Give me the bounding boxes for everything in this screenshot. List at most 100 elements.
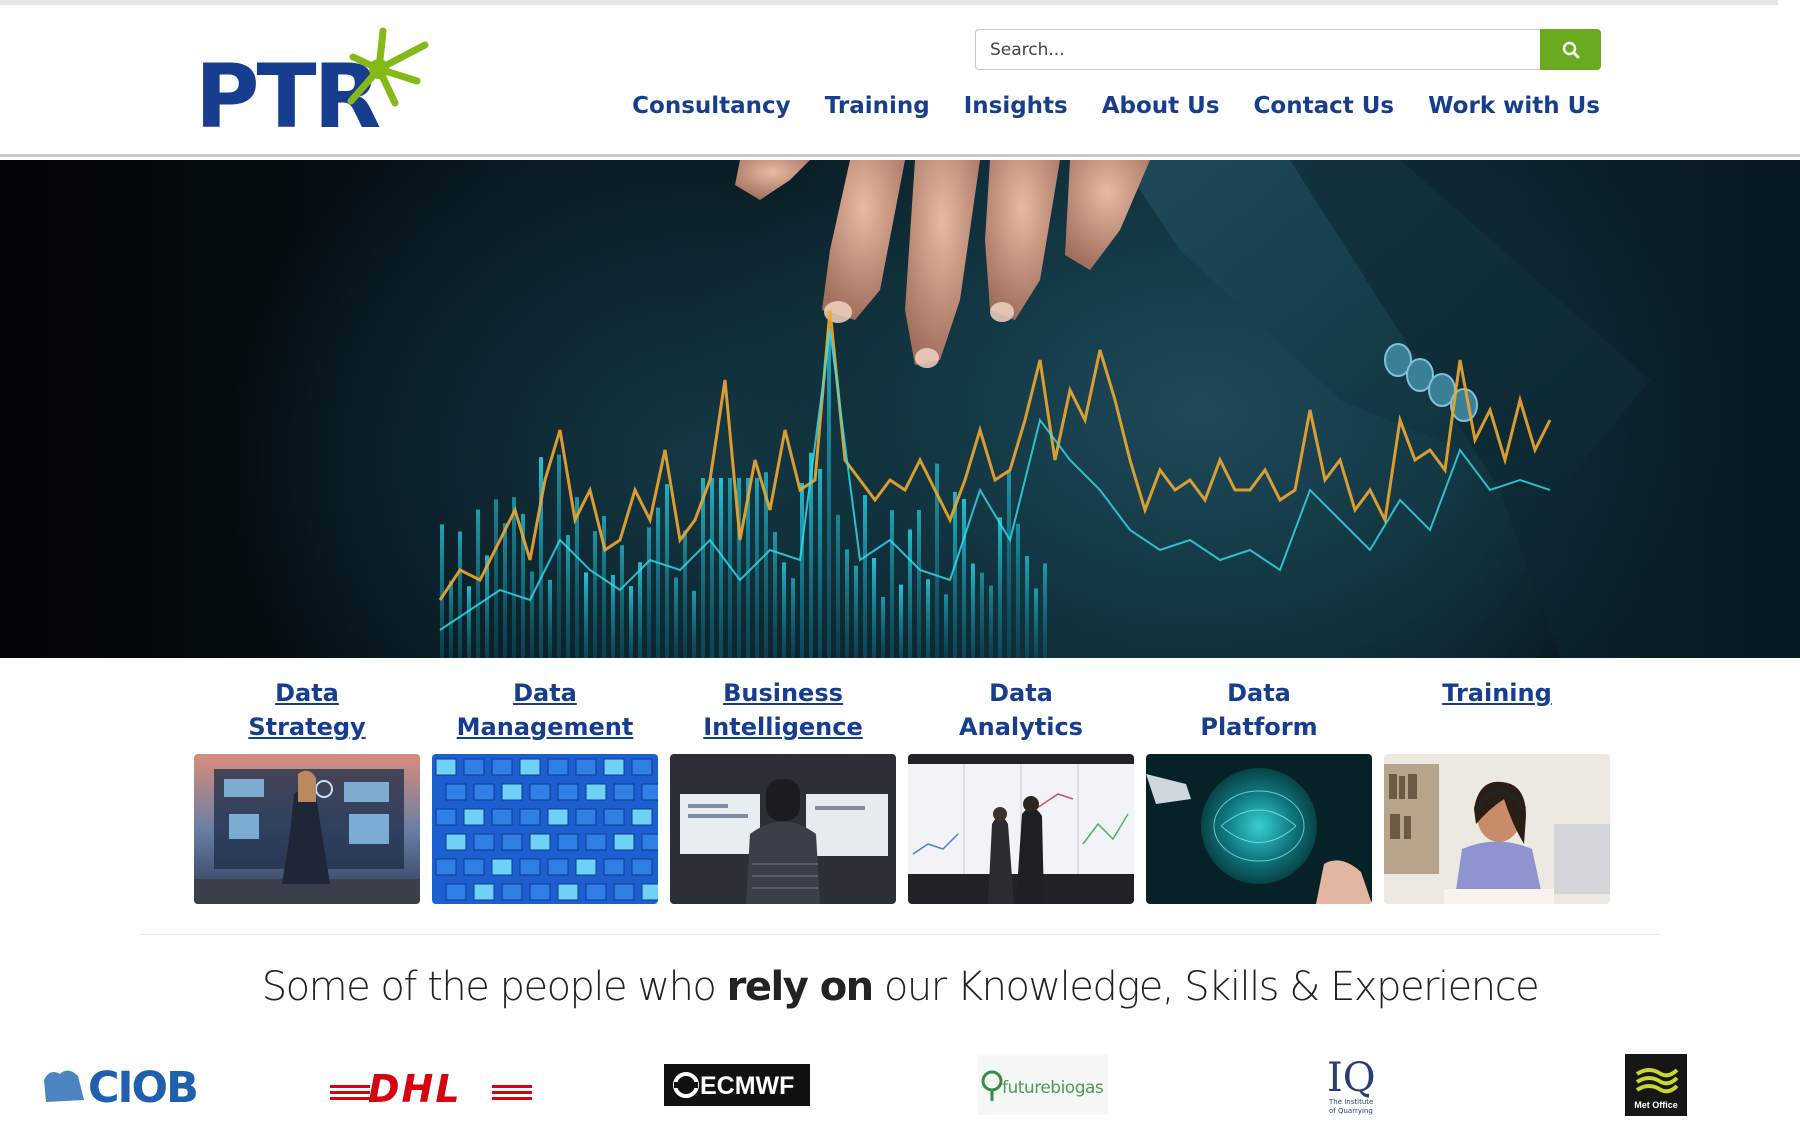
search-bar (975, 29, 1601, 70)
service-title-line1[interactable]: Business (670, 676, 896, 710)
data-block-shape (575, 758, 597, 776)
client-logo-ciob[interactable]: CIOB (40, 1050, 210, 1120)
hero-chart-bar (683, 530, 687, 658)
data-management-image[interactable] (432, 754, 658, 904)
main-nav: Consultancy Training Insights About Us C… (632, 93, 1600, 133)
service-title-line2[interactable]: Training (1384, 676, 1610, 710)
data-block-shape (491, 758, 513, 776)
hero-slider[interactable] (0, 160, 1800, 658)
service-data-platform[interactable]: Data Platform (1146, 676, 1372, 904)
hero-chart-bar (899, 584, 903, 658)
training-image[interactable] (1384, 754, 1610, 904)
data-block-shape (491, 858, 513, 876)
ciob-wordmark: CIOB (88, 1063, 197, 1110)
data-block-shape (547, 758, 569, 776)
search-icon (1562, 41, 1579, 58)
client-logo-dhl[interactable]: DHL (330, 1050, 532, 1120)
nav-consultancy[interactable]: Consultancy (632, 93, 791, 133)
hero-chart-bar (449, 580, 453, 658)
data-block-shape (641, 783, 658, 801)
data-block-shape (529, 783, 551, 801)
data-block-shape (519, 858, 541, 876)
hero-chart-bar (1043, 563, 1047, 658)
data-platform-image[interactable] (1146, 754, 1372, 904)
section-divider (140, 934, 1660, 935)
hero-chart-bar (980, 572, 984, 658)
hero-chart-bar (908, 529, 912, 658)
search-button[interactable] (1540, 29, 1601, 70)
data-block-shape (631, 808, 653, 826)
hero-chart-bar (710, 478, 714, 658)
hero-chart-bar (818, 468, 822, 658)
hero-chart-bar (953, 491, 957, 658)
hero-chart-bar (782, 562, 786, 658)
hero-chart-bar (593, 531, 597, 658)
service-business-intelligence[interactable]: Business Intelligence (670, 676, 896, 904)
hero-chart-bar (440, 524, 444, 658)
hero-chart-bar (692, 590, 696, 658)
data-block-shape (585, 783, 607, 801)
hero-chart-bar (557, 454, 561, 658)
service-data-analytics[interactable]: Data Analytics (908, 676, 1134, 904)
nav-training[interactable]: Training (825, 93, 930, 133)
hero-chart-bar (863, 495, 867, 658)
hero-chart-bar (566, 535, 570, 658)
ecmwf-wordmark: ECMWF (700, 1072, 794, 1100)
data-analytics-image[interactable] (908, 754, 1134, 904)
data-block-shape (585, 833, 607, 851)
client-logo-iq[interactable]: IQ The Institute of Quarrying (1325, 1050, 1375, 1120)
data-block-shape (463, 808, 485, 826)
hero-chart-bar (629, 586, 633, 658)
service-title-line1[interactable]: Data (432, 676, 658, 710)
service-title-line1[interactable]: Data (194, 676, 420, 710)
hero-chart-bar (800, 483, 804, 658)
business-intelligence-image[interactable] (670, 754, 896, 904)
data-block-shape (445, 833, 467, 851)
service-data-management[interactable]: Data Management (432, 676, 658, 904)
hero-chart-bar (656, 507, 660, 658)
hero-chart-bar (476, 509, 480, 658)
hero-chart-bar (836, 514, 840, 658)
data-block-shape (603, 808, 625, 826)
hero-chart-bar (548, 579, 552, 658)
client-logos: CIOB DHL ECMWF futurebiogas IQ The Insti… (0, 1050, 1800, 1125)
data-block-shape (519, 808, 541, 826)
data-block-shape (557, 833, 579, 851)
client-logo-met-office[interactable]: Met Office (1625, 1050, 1687, 1120)
data-block-shape (473, 783, 495, 801)
hero-chart-bar (458, 531, 462, 658)
service-title-line2[interactable]: Intelligence (670, 710, 896, 744)
service-training[interactable]: Training (1384, 676, 1610, 904)
hero-chart-bar (881, 596, 885, 658)
data-block-shape (529, 883, 551, 901)
data-block-shape (501, 833, 523, 851)
hero-chart-bar (638, 562, 642, 658)
service-title-line2[interactable]: Strategy (194, 710, 420, 744)
nav-work-with-us[interactable]: Work with Us (1428, 93, 1600, 133)
hero-chart-bar (512, 497, 516, 658)
search-input[interactable] (975, 29, 1541, 70)
nav-contact-us[interactable]: Contact Us (1254, 93, 1395, 133)
data-strategy-image[interactable] (194, 754, 420, 904)
data-block-shape (557, 783, 579, 801)
hero-chart-bar (827, 328, 831, 658)
ptr-logo[interactable]: PTR (195, 23, 435, 141)
hero-chart-bar (890, 510, 894, 658)
iq-subtitle-line2: of Quarrying (1329, 1107, 1373, 1115)
service-data-strategy[interactable]: Data Strategy (194, 676, 420, 904)
data-block-shape (473, 883, 495, 901)
nav-insights[interactable]: Insights (964, 93, 1068, 133)
hero-chart-bar (647, 527, 651, 658)
tagline-part-2: our Knowledge, Skills & Experience (872, 964, 1540, 1010)
hero-chart-bar (1025, 556, 1029, 658)
hero-image (438, 160, 1800, 658)
client-logo-futurebiogas[interactable]: futurebiogas (978, 1050, 1108, 1120)
data-block-shape (519, 758, 541, 776)
data-block-shape (557, 883, 579, 901)
nav-about-us[interactable]: About Us (1102, 93, 1220, 133)
hero-chart-bar (926, 579, 930, 658)
service-title-line2[interactable]: Management (432, 710, 658, 744)
hero-chart-bar (845, 549, 849, 658)
hero-chart-bar (971, 563, 975, 658)
client-logo-ecmwf[interactable]: ECMWF (664, 1050, 810, 1120)
